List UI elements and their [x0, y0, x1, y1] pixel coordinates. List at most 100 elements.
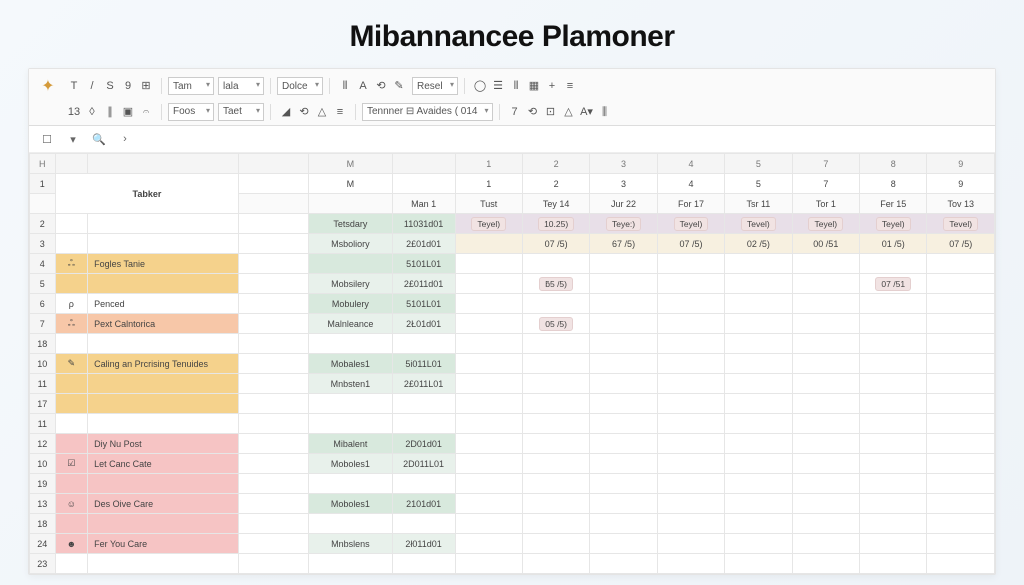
data-cell[interactable]: [522, 354, 589, 374]
task-name[interactable]: Fogles Tanie: [88, 254, 239, 274]
date-cell[interactable]: 2ł011d01: [392, 534, 455, 554]
data-cell[interactable]: [657, 454, 724, 474]
tenner-select[interactable]: Tennner ⊟ Avaides ( 014: [362, 103, 493, 121]
data-cell[interactable]: [455, 534, 522, 554]
data-cell[interactable]: [522, 474, 589, 494]
column-header[interactable]: 8: [860, 154, 927, 174]
data-cell[interactable]: [522, 294, 589, 314]
data-cell[interactable]: 10.25): [522, 214, 589, 234]
data-cell[interactable]: [522, 554, 589, 574]
data-cell[interactable]: [927, 414, 995, 434]
category-cell[interactable]: Mobulery: [309, 294, 393, 314]
task-name[interactable]: [88, 234, 239, 254]
date-cell[interactable]: 2Ł01d01: [392, 314, 455, 334]
data-cell[interactable]: [860, 354, 927, 374]
data-cell[interactable]: [657, 474, 724, 494]
data-cell[interactable]: [455, 494, 522, 514]
category-cell[interactable]: [309, 554, 393, 574]
column-header[interactable]: [239, 154, 309, 174]
data-cell[interactable]: [725, 514, 792, 534]
data-cell[interactable]: [725, 414, 792, 434]
data-cell[interactable]: 07 /5): [522, 234, 589, 254]
data-cell[interactable]: [590, 374, 657, 394]
reset-select[interactable]: Resel: [412, 77, 458, 95]
data-cell[interactable]: [792, 394, 859, 414]
data-cell[interactable]: [927, 274, 995, 294]
data-cell[interactable]: [725, 354, 792, 374]
data-cell[interactable]: [860, 254, 927, 274]
data-cell[interactable]: Tevel): [725, 214, 792, 234]
toolbar-icon-5[interactable]: ⫼: [596, 103, 614, 121]
data-cell[interactable]: [657, 534, 724, 554]
date-cell[interactable]: 2101d01: [392, 494, 455, 514]
category-cell[interactable]: Mobsilery: [309, 274, 393, 294]
data-cell[interactable]: [590, 514, 657, 534]
data-cell[interactable]: [590, 474, 657, 494]
data-cell[interactable]: Teyel): [657, 214, 724, 234]
task-name[interactable]: [88, 274, 239, 294]
data-cell[interactable]: [455, 454, 522, 474]
data-cell[interactable]: [590, 554, 657, 574]
data-cell[interactable]: [590, 434, 657, 454]
data-cell[interactable]: [455, 514, 522, 534]
data-cell[interactable]: [522, 254, 589, 274]
data-cell[interactable]: [792, 434, 859, 454]
toolbar-icon-4[interactable]: A▾: [578, 102, 596, 120]
data-cell[interactable]: [455, 554, 522, 574]
data-cell[interactable]: [860, 494, 927, 514]
column-header[interactable]: 4: [657, 154, 724, 174]
data-cell[interactable]: [657, 334, 724, 354]
toolbar-icon-3[interactable]: 9: [119, 77, 137, 95]
data-cell[interactable]: [590, 494, 657, 514]
row-number[interactable]: 23: [30, 554, 56, 574]
data-cell[interactable]: [455, 254, 522, 274]
column-header[interactable]: [55, 154, 88, 174]
data-cell[interactable]: [725, 494, 792, 514]
data-cell[interactable]: 07 /5): [657, 234, 724, 254]
data-cell[interactable]: [860, 454, 927, 474]
data-cell[interactable]: [725, 314, 792, 334]
toolbar-icon-2[interactable]: △: [313, 102, 331, 120]
data-cell[interactable]: Teyel): [792, 214, 859, 234]
data-cell[interactable]: [522, 494, 589, 514]
toolbar-icon-3[interactable]: ▦: [525, 77, 543, 95]
toolbar-icon-0[interactable]: ⫴: [336, 78, 354, 96]
data-cell[interactable]: [725, 254, 792, 274]
toolbar-icon-3[interactable]: ✎: [390, 77, 408, 95]
toolbar-icon-4[interactable]: 𝄐: [137, 103, 155, 121]
task-name[interactable]: Pext Calntorica: [88, 314, 239, 334]
data-cell[interactable]: [590, 254, 657, 274]
data-cell[interactable]: [860, 554, 927, 574]
data-cell[interactable]: [792, 514, 859, 534]
category-cell[interactable]: [309, 394, 393, 414]
task-name[interactable]: Des Oive Care: [88, 494, 239, 514]
data-cell[interactable]: [927, 374, 995, 394]
data-cell[interactable]: Teyel): [860, 214, 927, 234]
data-cell[interactable]: [522, 434, 589, 454]
category-cell[interactable]: Tetsdary: [309, 214, 393, 234]
row-number[interactable]: 24: [30, 534, 56, 554]
row-number[interactable]: 6: [30, 294, 56, 314]
toolbar-icon-1[interactable]: ⟲: [295, 102, 313, 120]
data-cell[interactable]: [590, 294, 657, 314]
data-cell[interactable]: [725, 434, 792, 454]
row-number[interactable]: 11: [30, 374, 56, 394]
data-cell[interactable]: [927, 434, 995, 454]
data-cell[interactable]: Teye:): [590, 214, 657, 234]
data-cell[interactable]: [590, 534, 657, 554]
task-name[interactable]: [88, 414, 239, 434]
data-cell[interactable]: [657, 314, 724, 334]
data-cell[interactable]: [927, 394, 995, 414]
data-cell[interactable]: [590, 314, 657, 334]
toolbar-icon-2[interactable]: ⟲: [372, 77, 390, 95]
data-cell[interactable]: [725, 454, 792, 474]
data-cell[interactable]: [522, 414, 589, 434]
row-number[interactable]: 18: [30, 514, 56, 534]
data-cell[interactable]: [792, 274, 859, 294]
task-name[interactable]: [88, 214, 239, 234]
data-cell[interactable]: [590, 394, 657, 414]
data-cell[interactable]: [455, 434, 522, 454]
row-number[interactable]: [30, 194, 56, 214]
toolbar-icon-3[interactable]: ≡: [331, 103, 349, 121]
data-cell[interactable]: [725, 274, 792, 294]
